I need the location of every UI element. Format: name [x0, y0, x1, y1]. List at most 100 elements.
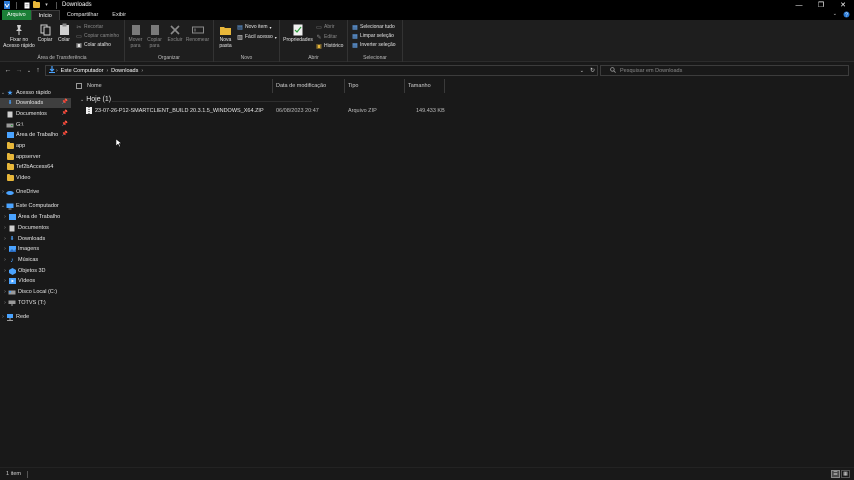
nav-pc-totvs-drive[interactable]: › TOTVS (T:) [0, 298, 71, 308]
address-bar[interactable]: › Este Computador › Downloads › ⌄ ↻ [45, 65, 598, 76]
search-input[interactable]: Pesquisar em Downloads [600, 65, 849, 76]
address-dropdown-icon[interactable]: ⌄ [580, 68, 584, 74]
new-item-icon: ▤ [237, 24, 243, 31]
copy-button[interactable]: Copiar [36, 23, 54, 44]
nav-quick-app[interactable]: app [0, 141, 71, 151]
nav-quick-g-drive[interactable]: G:\ 📌 [0, 120, 71, 130]
properties-button[interactable]: Propriedades [282, 23, 314, 44]
pin-icon: 📌 [61, 131, 68, 137]
star-icon: ★ [6, 90, 14, 97]
tab-view[interactable]: Exibir [105, 10, 133, 20]
video-icon [8, 277, 16, 285]
new-folder-icon[interactable] [33, 1, 40, 9]
pin-quick-access-button[interactable]: Fixar no Acesso rápido [3, 23, 35, 49]
nav-quick-documents[interactable]: Documentos 📌 [0, 109, 71, 119]
tab-share[interactable]: Compartilhar [60, 10, 105, 20]
item-count: 1 item [6, 471, 21, 477]
up-arrow-icon[interactable]: ↑ [34, 66, 42, 75]
nav-quick-appserver[interactable]: appserver [0, 152, 71, 162]
nav-quick-downloads[interactable]: ⬇ Downloads 📌 [0, 98, 71, 108]
music-icon: ♪ [10, 256, 14, 264]
copy-to-button[interactable]: Copiar para [146, 23, 163, 49]
file-size: 149.433 KB [416, 108, 445, 114]
forward-arrow-icon[interactable]: → [15, 66, 23, 75]
nav-network[interactable]: › Rede [0, 312, 71, 322]
breadcrumb-this-pc[interactable]: Este Computador [59, 68, 106, 74]
nav-pc-downloads[interactable]: › ⬇ Downloads [0, 234, 71, 244]
paste-button[interactable]: Colar [56, 23, 72, 44]
nav-quick-tef2baccess64[interactable]: Tef2bAccess64 [0, 162, 71, 172]
new-folder-button[interactable]: Nova pasta [217, 23, 234, 49]
large-icons-view-icon[interactable]: ▦ [841, 470, 850, 478]
invert-selection-button[interactable]: ▦ Inverter seleção [352, 42, 395, 49]
column-type[interactable]: Tipo [345, 79, 405, 93]
rename-icon [191, 23, 204, 36]
open-group: Propriedades ▭ Abrir ✎ Editar ▣ Históric… [280, 20, 348, 62]
breadcrumb-downloads[interactable]: Downloads [109, 68, 140, 74]
copy-icon [39, 23, 51, 36]
history-icon: ▣ [316, 43, 322, 50]
column-date-modified[interactable]: Data de modificação [273, 79, 345, 93]
nav-pc-3d-objects[interactable]: › Objetos 3D [0, 266, 71, 276]
cloud-icon [6, 188, 14, 196]
nav-pc-desktop[interactable]: › Área de Trabalho [0, 212, 71, 222]
history-button[interactable]: ▣ Histórico [316, 43, 343, 50]
customize-qat-icon[interactable]: ▾ [43, 1, 50, 9]
copy-path-button[interactable]: ▭ Copiar caminho [76, 33, 119, 40]
minimize-button[interactable]: — [788, 0, 810, 10]
nav-this-pc[interactable]: ⌄ Este Computador [0, 201, 71, 211]
column-name[interactable]: Nome [72, 79, 273, 93]
nav-quick-video[interactable]: Vídeo [0, 173, 71, 183]
help-icon[interactable]: ? [843, 11, 850, 20]
nav-quick-desktop[interactable]: Área de Trabalho 📌 [0, 130, 71, 140]
tab-file[interactable]: Arquivo [2, 10, 31, 20]
paste-shortcut-button[interactable]: ▣ Colar atalho [76, 42, 111, 49]
nav-pc-videos[interactable]: › Vídeos [0, 276, 71, 286]
table-row[interactable]: 23-07-26-P12-SMARTCLIENT_BUILD 20.3.1.5_… [72, 106, 854, 117]
tab-home[interactable]: Início [30, 10, 60, 20]
pin-icon: 📌 [61, 99, 68, 105]
back-arrow-icon[interactable]: ← [4, 66, 12, 75]
details-view-icon[interactable]: ☰ [831, 470, 840, 478]
nav-pc-documents[interactable]: › Documentos [0, 223, 71, 233]
collapse-group-icon[interactable]: ⌄ [80, 97, 84, 103]
select-all-button[interactable]: ▦ Selecionar tudo [352, 24, 395, 31]
column-headers: Nome Data de modificação Tipo Tamanho [72, 79, 854, 93]
group-header-today[interactable]: ⌄ Hoje (1) [80, 96, 111, 103]
close-button[interactable]: ✕ [832, 0, 854, 10]
open-button[interactable]: ▭ Abrir [316, 24, 334, 31]
easy-access-button[interactable]: ▥ Fácil acesso ▾ [237, 34, 277, 41]
documents-icon [6, 110, 14, 118]
breadcrumb-chevron-icon[interactable]: › [140, 68, 144, 74]
properties-icon[interactable] [23, 1, 30, 9]
navigation-row: ← → ⌄ ↑ › Este Computador › Downloads › … [0, 63, 854, 78]
nav-pc-local-disk[interactable]: › Disco Local (C:) [0, 287, 71, 297]
new-item-button[interactable]: ▤ Novo item ▾ [237, 24, 272, 31]
refresh-icon[interactable]: ↻ [590, 67, 595, 74]
nav-pc-music[interactable]: › ♪ Músicas [0, 255, 71, 265]
nav-onedrive[interactable]: › OneDrive [0, 187, 71, 197]
nav-pc-pictures[interactable]: › Imagens [0, 244, 71, 254]
chevron-down-icon: ▾ [269, 24, 272, 30]
open-icon: ▭ [316, 24, 322, 31]
select-none-button[interactable]: ▦ Limpar seleção [352, 33, 394, 40]
collapse-ribbon-icon[interactable]: ⌄ [833, 11, 837, 20]
folder-icon [220, 23, 232, 36]
move-to-button[interactable]: Mover para [127, 23, 144, 49]
rename-button[interactable]: Renomear [185, 23, 210, 44]
nav-quick-access[interactable]: ⌄ ★ Acesso rápido [0, 88, 71, 98]
delete-button[interactable]: Excluir [167, 23, 183, 44]
column-size[interactable]: Tamanho [405, 79, 445, 93]
chevron-down-icon: ▾ [274, 34, 277, 40]
easy-access-icon: ▥ [237, 34, 243, 41]
clipboard-group: Fixar no Acesso rápido Copiar Colar ✂ Re… [0, 20, 125, 62]
select-all-checkbox[interactable] [76, 83, 82, 89]
recent-locations-icon[interactable]: ⌄ [25, 66, 33, 75]
select-none-icon: ▦ [352, 33, 358, 40]
desktop-icon [6, 131, 14, 139]
pictures-icon [8, 245, 16, 253]
download-folder-icon: ⬇ [9, 236, 15, 242]
cut-button[interactable]: ✂ Recortar [76, 24, 103, 31]
edit-button[interactable]: ✎ Editar [316, 34, 337, 41]
maximize-button[interactable]: ❐ [810, 0, 832, 10]
